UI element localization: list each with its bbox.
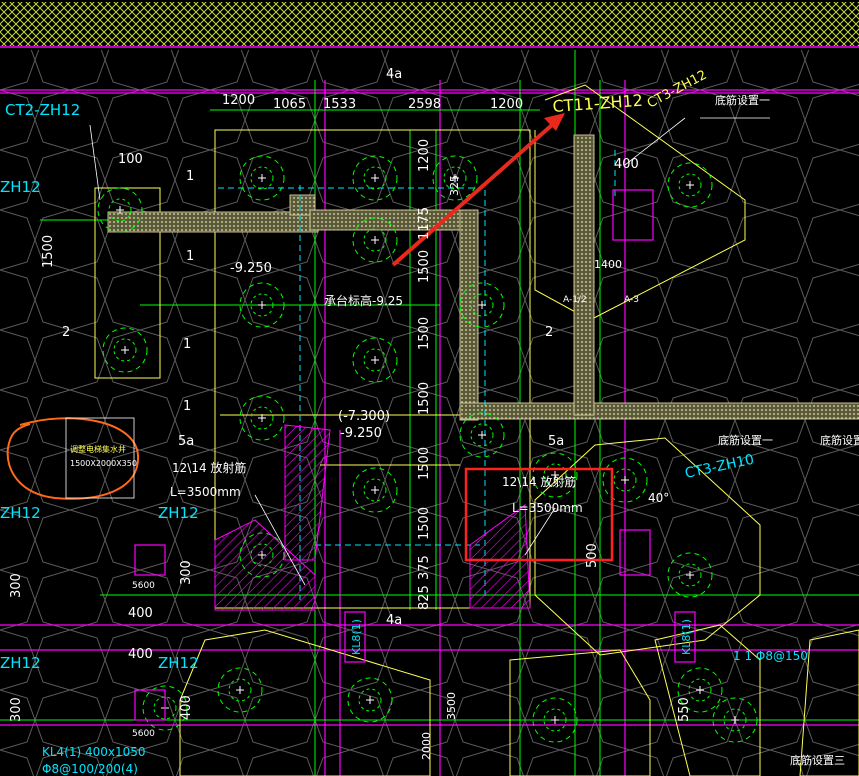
dim-300-a: 300	[9, 573, 24, 598]
kl4-stirrup: Φ8@100/200(4)	[42, 762, 138, 776]
zh-label-1: ZH12	[0, 178, 41, 196]
dim-825: 825	[417, 585, 432, 610]
marker-1c: 1	[183, 399, 191, 414]
setting-3: 底筋设置二	[820, 433, 859, 447]
dim-5600-b: 5600	[132, 729, 155, 739]
zh-label-3: ZH12	[0, 504, 41, 522]
marker-1d: 1	[186, 169, 194, 184]
dim-300-c: 300	[9, 697, 24, 722]
elev-center-a: (-7.300)	[338, 409, 390, 424]
dim-5600-a: 5600	[132, 581, 155, 591]
zh-label-4: ZH12	[158, 654, 199, 672]
pit-note-line1: 调整电梯集水井	[70, 444, 126, 454]
rebar-left-line2: L=3500mm	[170, 485, 241, 499]
cad-drawing-canvas[interactable]: 1200 1065 1533 2598 1200 100 400 1400 40…	[0, 0, 859, 776]
elev-left: -9.250	[230, 261, 272, 276]
kl8b-label: KL8(1)	[680, 619, 693, 655]
dim-2000: 2000	[420, 732, 433, 760]
dim-400-d: 400	[179, 695, 194, 720]
dim-3500: 3500	[445, 692, 458, 720]
dim-1200-b: 1200	[490, 97, 523, 112]
dim-400-b: 400	[128, 606, 153, 621]
dim-1200-v: 1200	[417, 139, 432, 172]
dim-375: 375	[417, 555, 432, 580]
setting-1: 底筋设置一	[715, 93, 770, 107]
dim-300-b: 300	[179, 560, 194, 585]
kl8-label: KL8(1)	[350, 619, 363, 655]
angle-40: 40°	[648, 491, 669, 505]
dim-1065: 1065	[273, 97, 306, 112]
rebar-left-line1: 12\14 放射筋	[172, 460, 246, 475]
grid-4a-bottom: 4a	[386, 613, 402, 628]
addbar-label: 1 1 Φ8@150	[733, 649, 808, 663]
rebar-right-line2: L=3500mm	[512, 501, 583, 515]
dim-1500-a: 1500	[417, 250, 432, 283]
dim-1175: 1175	[417, 207, 432, 240]
marker-2b: 2	[545, 325, 553, 340]
top-hatch-strip	[0, 2, 859, 46]
axis-tag-b: A-3	[624, 295, 639, 305]
grid-5a-right: 5a	[548, 434, 564, 449]
dim-1500-e: 1500	[417, 507, 432, 540]
setting-2: 底筋设置一	[718, 433, 773, 447]
dim-2598: 2598	[408, 97, 441, 112]
kl4-label: KL4(1) 400x1050	[42, 745, 146, 759]
marker-2a: 2	[62, 325, 70, 340]
dim-1400: 1400	[594, 258, 622, 271]
dim-1533: 1533	[323, 97, 356, 112]
dim-100: 100	[118, 152, 143, 167]
dim-1200-a: 1200	[222, 93, 255, 108]
dim-500: 500	[585, 543, 600, 568]
zh-label-2: ZH12	[158, 504, 199, 522]
grid-5a-left: 5a	[178, 434, 194, 449]
dim-550: 550	[677, 697, 692, 722]
rebar-right-line1: 12\14 放射筋	[502, 474, 576, 489]
elev-cap-note: 承台标高-9.25	[324, 293, 403, 308]
dim-1500-b: 1500	[417, 317, 432, 350]
dim-400-a: 400	[614, 157, 639, 172]
pit-note-line2: 1500X2000X350	[70, 459, 137, 468]
dim-1500-left: 1500	[41, 235, 56, 268]
dim-1500-c: 1500	[417, 382, 432, 415]
ct2-label: CT2-ZH12	[5, 101, 80, 119]
dim-325: 325	[448, 175, 461, 196]
elev-center-b: -9.250	[340, 426, 382, 441]
marker-1b: 1	[183, 337, 191, 352]
marker-1a: 1	[186, 249, 194, 264]
dim-400-c: 400	[128, 647, 153, 662]
grid-4a-top: 4a	[386, 67, 402, 82]
axis-tag-a: A-1/2	[563, 295, 587, 305]
zh-label-5: ZH12	[0, 654, 41, 672]
setting-5: 底筋设置三	[790, 753, 845, 767]
dim-1500-d: 1500	[417, 447, 432, 480]
